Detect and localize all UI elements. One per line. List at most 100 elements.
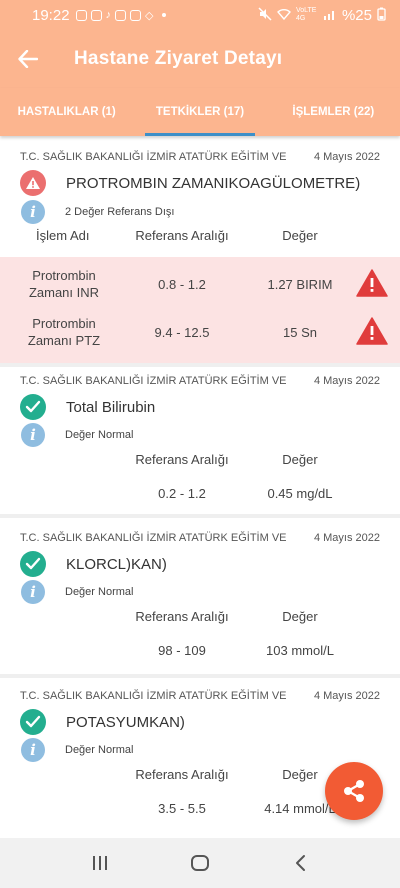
column-range-header: Referans Aralığı [135, 452, 229, 467]
test-date: 4 Mayıs 2022 [313, 532, 380, 544]
share-button[interactable] [325, 762, 383, 820]
hospital-name: T.C. SAĞLIK BAKANLIĞI İZMİR ATATÜRK EĞİT… [20, 532, 287, 544]
result-range: 98 - 109 [158, 643, 206, 658]
result-value: 103 mmol/L [266, 643, 334, 658]
test-status-text: Değer Normal [65, 586, 134, 598]
tab-bar: HASTALIKLAR (1) TETKİKLER (17) İŞLEMLER … [0, 88, 400, 136]
test-list[interactable]: T.C. SAĞLIK BAKANLIĞI İZMİR ATATÜRK EĞİT… [0, 136, 400, 838]
tab-label: TETKİKLER (17) [155, 106, 245, 118]
test-card[interactable]: T.C. SAĞLIK BAKANLIĞI İZMİR ATATÜRK EĞİT… [0, 136, 400, 363]
mute-icon [258, 6, 272, 24]
instagram-icon [130, 9, 142, 21]
result-row: Protrombin Zamanı PTZ 9.4 - 12.5 15 Sn [0, 315, 400, 355]
test-date: 4 Mayıs 2022 [313, 690, 380, 702]
check-icon [20, 394, 46, 420]
info-icon[interactable]: i [21, 580, 45, 604]
result-range: 3.5 - 5.5 [158, 801, 206, 816]
column-name-header: İşlem Adı [36, 228, 90, 243]
card-header: T.C. SAĞLIK BAKANLIĞI İZMİR ATATÜRK EĞİT… [20, 375, 380, 387]
home-button[interactable] [180, 843, 220, 883]
result-range: 9.4 - 12.5 [154, 325, 210, 340]
test-status-text: Değer Normal [65, 429, 134, 441]
test-name: Total Bilirubin [66, 398, 156, 416]
tab-label: HASTALIKLAR (1) [17, 106, 116, 118]
test-status-text: 2 Değer Referans Dışı [65, 206, 175, 218]
column-value-header: Değer [282, 452, 318, 467]
check-icon [20, 551, 46, 577]
instagram-icon [90, 9, 102, 21]
arrow-left-icon [18, 50, 38, 68]
test-status-text: Değer Normal [65, 744, 134, 756]
instagram-icon [115, 9, 127, 21]
tab-tetkikler[interactable]: TETKİKLER (17) [133, 88, 266, 136]
result-name-line: Zamanı INR [28, 285, 100, 300]
battery-icon [377, 7, 386, 24]
system-nav-bar [0, 838, 400, 888]
result-range: 0.2 - 1.2 [158, 486, 206, 501]
result-row: Protrombin Zamanı INR 0.8 - 1.2 1.27 BIR… [0, 267, 400, 307]
test-info-row: i Değer Normal [20, 580, 133, 604]
app-screen: 19:22 ♪ ◇ VoLTE 4G %25 Hastane Ziyaret D… [0, 0, 400, 888]
test-title-row: PROTROMBIN ZAMANIKOAGÜLOMETRE) [20, 170, 360, 196]
result-name: Protrombin Zamanı INR [14, 267, 114, 301]
tab-islemler[interactable]: İŞLEMLER (22) [267, 88, 400, 136]
hospital-name: T.C. SAĞLIK BAKANLIĞI İZMİR ATATÜRK EĞİT… [20, 375, 287, 387]
test-card[interactable]: T.C. SAĞLIK BAKANLIĞI İZMİR ATATÜRK EĞİT… [0, 367, 400, 514]
test-info-row: i Değer Normal [20, 738, 133, 762]
card-header: T.C. SAĞLIK BAKANLIĞI İZMİR ATATÜRK EĞİT… [20, 690, 380, 702]
home-icon [191, 855, 209, 871]
nav-back-button[interactable] [280, 843, 320, 883]
result-value: 0.45 mg/dL [267, 486, 333, 501]
abnormal-results: Protrombin Zamanı INR 0.8 - 1.2 1.27 BIR… [0, 257, 400, 363]
test-name: KLORCL)KAN) [66, 555, 167, 573]
signal-icon [323, 8, 337, 23]
test-date: 4 Mayıs 2022 [313, 151, 380, 163]
battery-level: %25 [341, 6, 372, 24]
check-icon [20, 709, 46, 735]
app-bar: Hastane Ziyaret Detayı [0, 30, 400, 88]
test-title-row: Total Bilirubin [20, 394, 155, 420]
column-value-header: Değer [282, 228, 318, 243]
status-time: 19:22 [32, 6, 70, 24]
recents-button[interactable] [80, 843, 120, 883]
test-title-row: POTASYUMKAN) [20, 709, 185, 735]
tiktok-icon: ♪ [105, 9, 112, 21]
tab-label: İŞLEMLER (22) [292, 106, 375, 118]
warning-icon [356, 317, 388, 348]
card-header: T.C. SAĞLIK BAKANLIĞI İZMİR ATATÜRK EĞİT… [20, 532, 380, 544]
column-value-header: Değer [282, 609, 318, 624]
warning-icon [356, 269, 388, 300]
instagram-icon [75, 9, 87, 21]
tab-hastaliklar[interactable]: HASTALIKLAR (1) [0, 88, 133, 136]
test-name: PROTROMBIN ZAMANIKOAGÜLOMETRE) [66, 174, 361, 192]
status-bar: 19:22 ♪ ◇ VoLTE 4G %25 [0, 0, 400, 30]
status-right: VoLTE 4G %25 [258, 7, 386, 24]
network-label: VoLTE 4G [295, 7, 317, 22]
hospital-name: T.C. SAĞLIK BAKANLIĞI İZMİR ATATÜRK EĞİT… [20, 151, 287, 163]
more-notifications-icon [161, 13, 166, 17]
recents-icon [93, 856, 107, 870]
notification-icons: ♪ ◇ [75, 9, 166, 22]
page-title: Hastane Ziyaret Detayı [74, 48, 283, 69]
result-name-line: Protrombin [32, 268, 96, 283]
test-name: POTASYUMKAN) [66, 713, 185, 731]
column-range-header: Referans Aralığı [135, 609, 229, 624]
test-card[interactable]: T.C. SAĞLIK BAKANLIĞI İZMİR ATATÜRK EĞİT… [0, 518, 400, 674]
result-range: 0.8 - 1.2 [158, 277, 206, 292]
info-icon[interactable]: i [21, 200, 45, 224]
result-name-line: Zamanı PTZ [27, 333, 101, 348]
back-chevron-icon [296, 855, 305, 871]
back-button[interactable] [0, 30, 56, 88]
info-icon[interactable]: i [21, 738, 45, 762]
column-range-header: Referans Aralığı [135, 767, 229, 782]
column-range-header: Referans Aralığı [135, 228, 229, 243]
result-name-line: Protrombin [32, 316, 96, 331]
test-info-row: i Değer Normal [20, 423, 133, 447]
test-title-row: KLORCL)KAN) [20, 551, 167, 577]
result-name: Protrombin Zamanı PTZ [14, 315, 114, 349]
card-header: T.C. SAĞLIK BAKANLIĞI İZMİR ATATÜRK EĞİT… [20, 151, 380, 163]
warning-icon [20, 170, 46, 196]
wifi-icon [276, 8, 291, 23]
test-info-row: i 2 Değer Referans Dışı [20, 200, 174, 224]
info-icon[interactable]: i [21, 423, 45, 447]
